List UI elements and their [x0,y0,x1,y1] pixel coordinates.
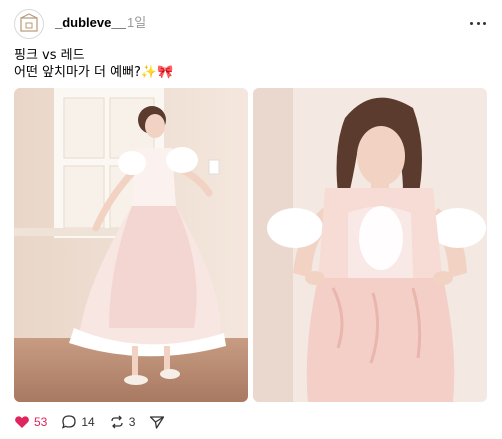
post-image-1[interactable] [14,88,248,402]
post-time: 1일 [127,15,147,30]
username-link[interactable]: _dubleve__ [55,15,126,31]
repost-count: 3 [128,415,136,429]
more-dot-icon [483,21,486,25]
post-image-2[interactable] [253,88,487,402]
avatar-logo-icon [20,13,38,32]
like-button[interactable]: 53 [14,414,47,430]
more-dot-icon [476,21,480,25]
caption-line: 핑크 vs 레드 [14,48,85,63]
comment-count: 14 [81,415,95,429]
more-options-button[interactable] [470,15,486,31]
photo-pink-dress-window [14,88,248,402]
more-dot-icon [470,21,473,25]
caption-line: 어떤 앞치마가 더 예뻐?✨🎀 [14,65,174,80]
comment-bubble-icon [62,415,77,429]
post-caption: 핑크 vs 레드 어떤 앞치마가 더 예뻐?✨🎀 [14,47,173,81]
avatar[interactable] [14,9,44,39]
thread-post: _dubleve__ 1일 핑크 vs 레드 어떤 앞치마가 더 예뻐?✨🎀 5… [0,0,502,439]
heart-icon [15,416,29,428]
like-count: 53 [34,415,48,429]
post-actions: 53 14 3 [14,413,183,431]
send-icon [150,416,165,429]
repost-icon [111,415,123,429]
share-button[interactable] [149,414,169,430]
repost-button[interactable]: 3 [109,414,136,430]
comment-button[interactable]: 14 [61,414,95,430]
photo-pink-dress-closeup [253,88,487,402]
